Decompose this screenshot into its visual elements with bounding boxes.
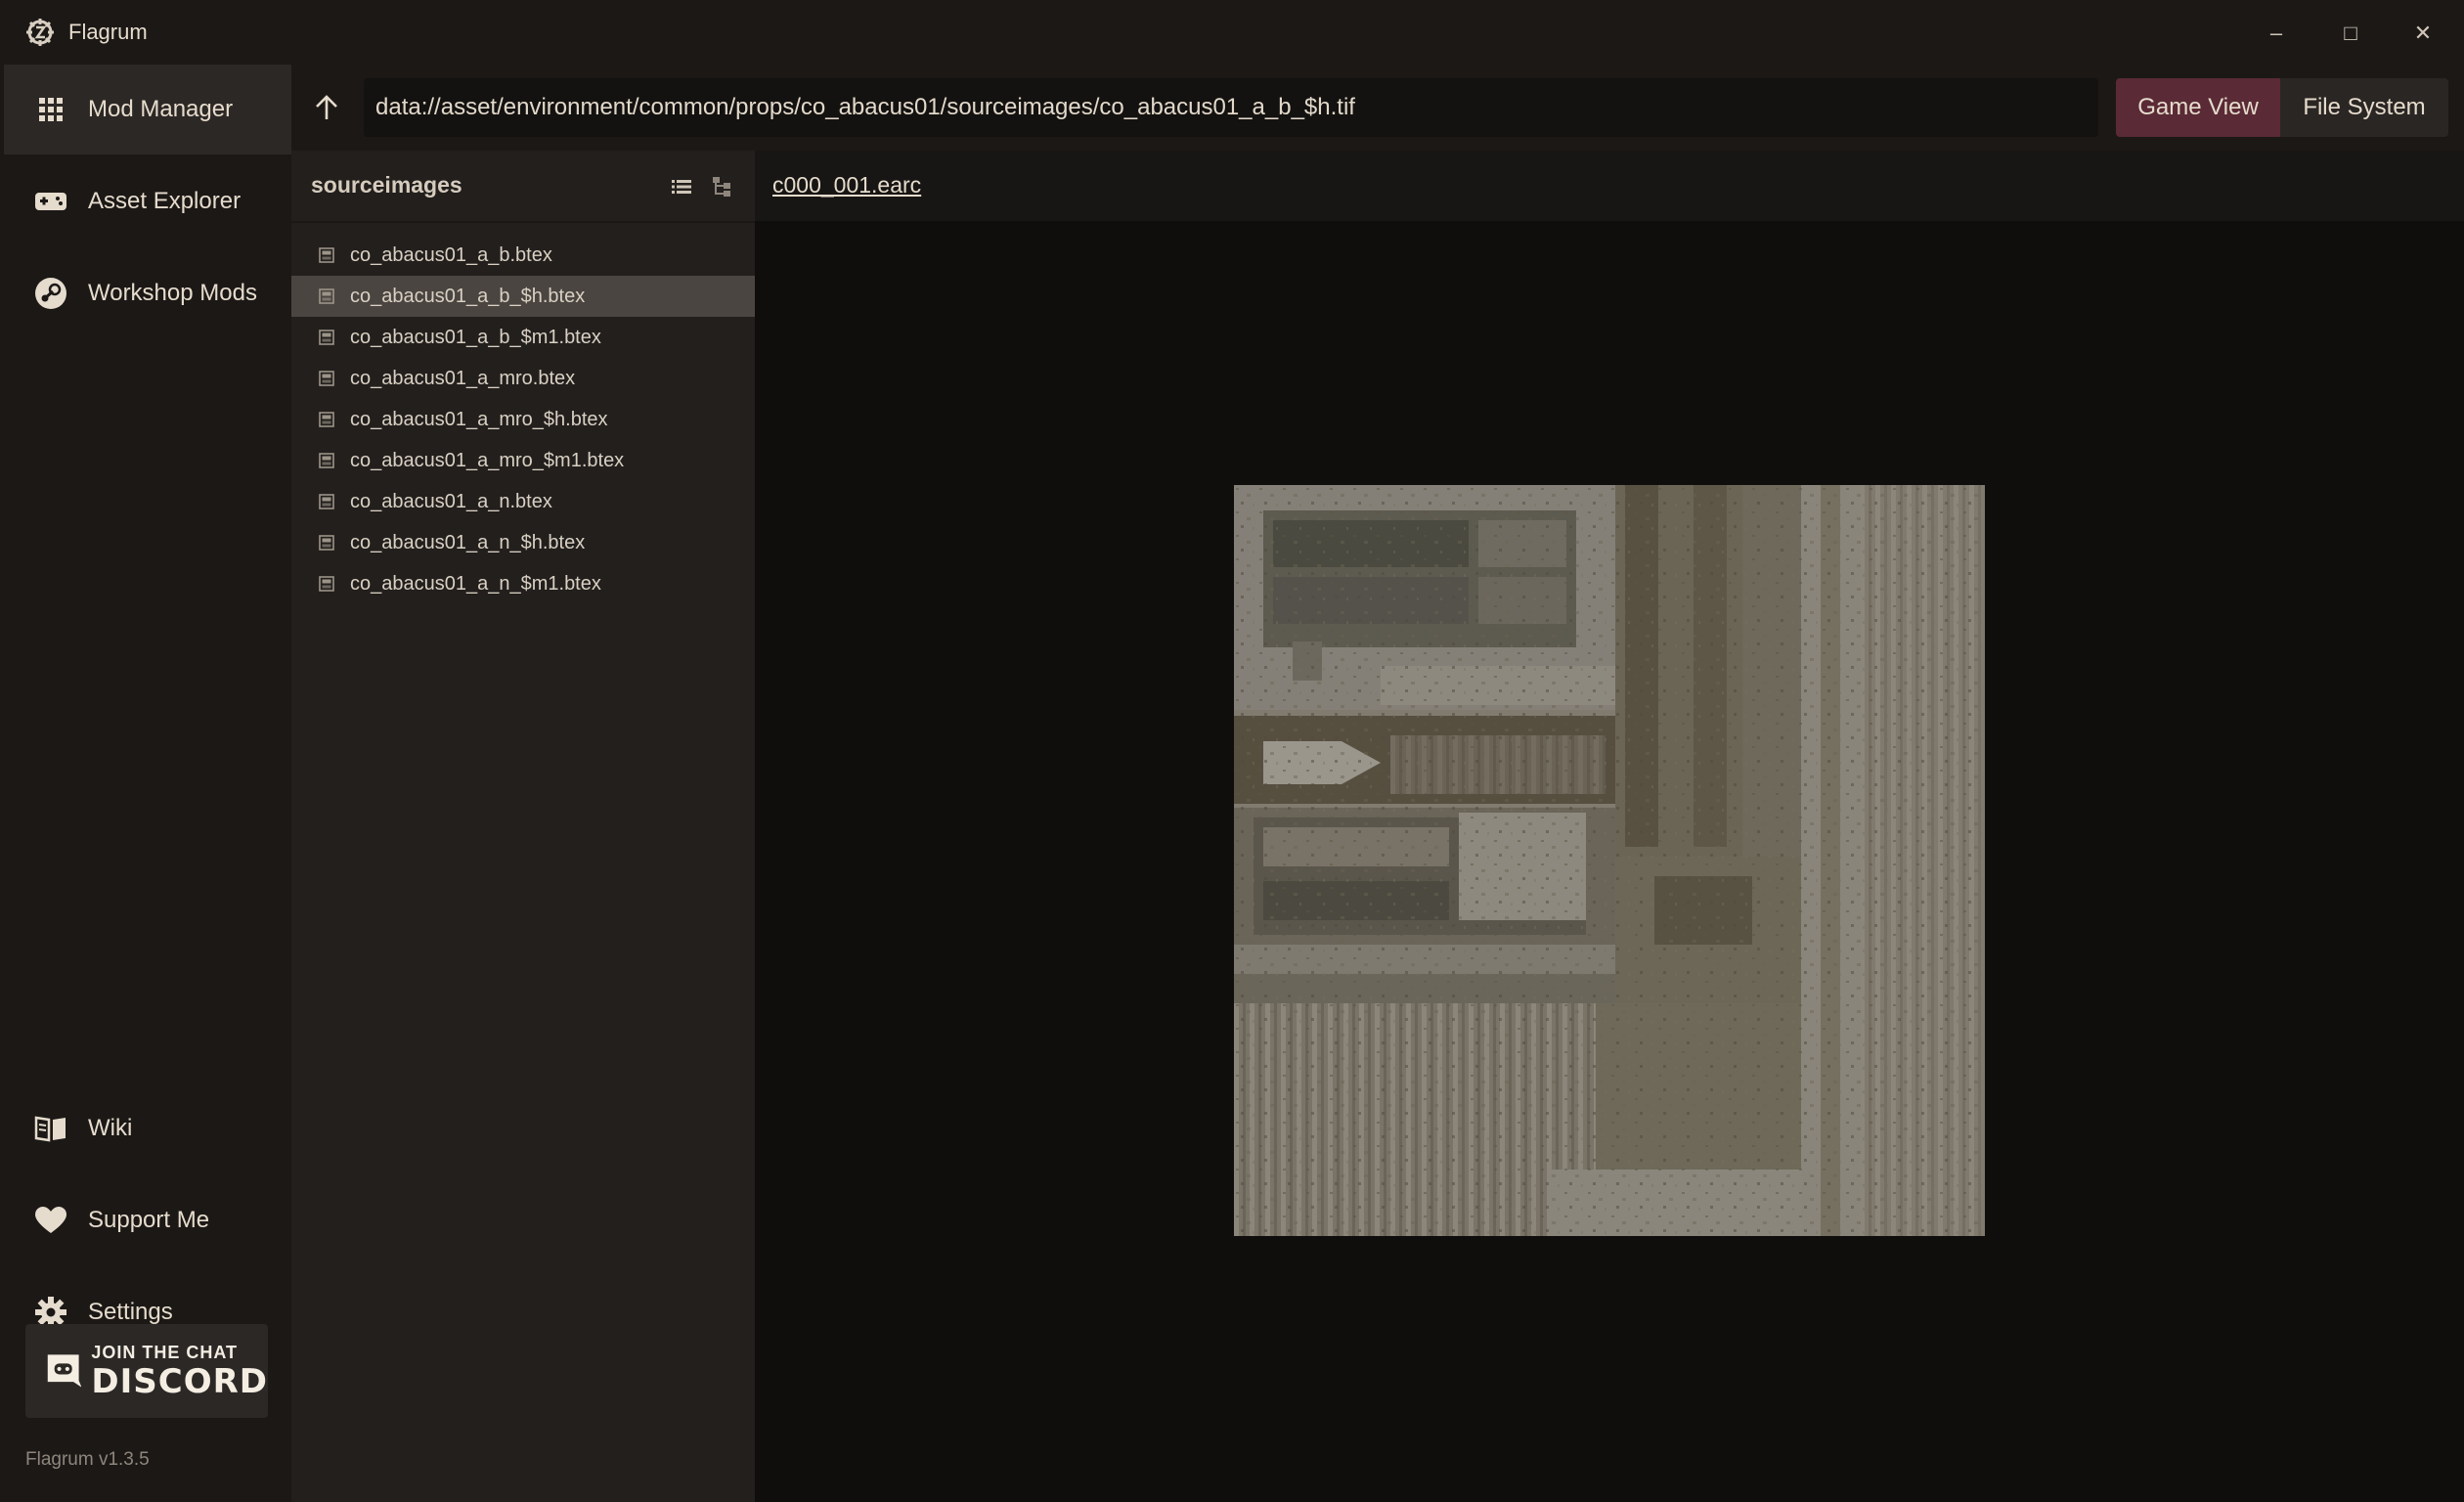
discord-join-label: JOIN THE CHAT xyxy=(91,1343,239,1362)
discord-button[interactable]: JOIN THE CHAT DISCORD xyxy=(25,1324,268,1418)
file-list-item[interactable]: co_abacus01_a_n_$h.btex xyxy=(291,522,755,563)
panel-header: sourceimages xyxy=(291,151,755,221)
sidebar: Mod Manager Asset Explorer Workshop Mods xyxy=(0,65,291,1502)
file-name: co_abacus01_a_mro_$m1.btex xyxy=(350,449,625,471)
heart-icon xyxy=(31,1201,70,1240)
close-button[interactable]: ✕ xyxy=(2403,14,2442,53)
file-name: co_abacus01_a_b_$m1.btex xyxy=(350,326,601,348)
sidebar-item-asset-explorer[interactable]: Asset Explorer xyxy=(4,156,291,246)
archive-link[interactable]: c000_001.earc xyxy=(772,172,921,199)
file-icon xyxy=(319,247,334,263)
file-name: co_abacus01_a_n.btex xyxy=(350,490,552,512)
file-list: co_abacus01_a_b.btex co_abacus01_a_b_$h.b… xyxy=(291,235,755,604)
file-list-item[interactable]: co_abacus01_a_n_$m1.btex xyxy=(291,563,755,604)
sidebar-item-label: Workshop Mods xyxy=(88,280,257,306)
book-icon xyxy=(31,1109,70,1148)
archive-tab-row: c000_001.earc xyxy=(755,151,2464,221)
file-name: co_abacus01_a_mro_$h.btex xyxy=(350,408,608,430)
list-view-icon[interactable] xyxy=(669,174,694,199)
file-list-item[interactable]: co_abacus01_a_mro_$h.btex xyxy=(291,399,755,440)
path-input[interactable] xyxy=(364,78,2098,137)
grid-icon xyxy=(31,90,70,129)
file-icon xyxy=(319,371,334,386)
texture-preview-image xyxy=(1234,485,1985,1236)
file-list-item[interactable]: co_abacus01_a_n.btex xyxy=(291,481,755,522)
sidebar-item-mod-manager[interactable]: Mod Manager xyxy=(4,65,291,155)
file-panel: sourceimages co_abacus01_a_b.btex co_aba… xyxy=(291,151,755,1502)
sidebar-item-label: Mod Manager xyxy=(88,96,234,122)
flagrum-logo-icon xyxy=(26,19,54,46)
folder-title: sourceimages xyxy=(311,172,462,198)
version-label: Flagrum v1.3.5 xyxy=(25,1449,150,1470)
discord-wordmark: DISCORD xyxy=(91,1362,268,1401)
file-icon xyxy=(319,330,334,345)
sidebar-item-label: Asset Explorer xyxy=(88,188,242,214)
panel-divider xyxy=(291,221,755,223)
arrow-up-icon xyxy=(316,95,337,119)
sidebar-item-label: Wiki xyxy=(88,1115,133,1141)
tree-view-icon[interactable] xyxy=(710,174,735,199)
sidebar-item-label: Settings xyxy=(88,1299,173,1325)
file-icon xyxy=(319,494,334,509)
minimize-button[interactable]: – xyxy=(2257,14,2296,53)
file-list-item[interactable]: co_abacus01_a_b.btex xyxy=(291,235,755,276)
file-name: co_abacus01_a_n_$h.btex xyxy=(350,531,586,553)
file-name: co_abacus01_a_mro.btex xyxy=(350,367,576,389)
file-name: co_abacus01_a_n_$m1.btex xyxy=(350,572,601,595)
file-list-item[interactable]: co_abacus01_a_b_$m1.btex xyxy=(291,317,755,358)
file-icon xyxy=(319,412,334,427)
title-bar: Flagrum – □ ✕ xyxy=(0,0,2464,65)
path-toolbar: Game View File System xyxy=(291,65,2464,151)
sidebar-item-label: Support Me xyxy=(88,1207,210,1233)
app-title: Flagrum xyxy=(68,20,148,44)
game-view-button[interactable]: Game View xyxy=(2116,78,2280,137)
file-name: co_abacus01_a_b.btex xyxy=(350,243,552,266)
file-list-item[interactable]: co_abacus01_a_mro_$m1.btex xyxy=(291,440,755,481)
file-list-item[interactable]: co_abacus01_a_mro.btex xyxy=(291,358,755,399)
navigate-up-button[interactable] xyxy=(307,86,346,129)
sidebar-item-support-me[interactable]: Support Me xyxy=(4,1175,291,1265)
preview-area: c000_001.earc xyxy=(755,151,2464,1502)
maximize-button[interactable]: □ xyxy=(2331,14,2370,53)
file-list-item[interactable]: co_abacus01_a_b_$h.btex xyxy=(291,276,755,317)
file-icon xyxy=(319,576,334,592)
file-icon xyxy=(319,535,334,551)
gamepad-icon xyxy=(31,182,70,221)
steam-icon xyxy=(31,274,70,313)
file-icon xyxy=(319,288,334,304)
file-name: co_abacus01_a_b_$h.btex xyxy=(350,285,586,307)
file-system-button[interactable]: File System xyxy=(2280,78,2448,137)
sidebar-item-wiki[interactable]: Wiki xyxy=(4,1083,291,1173)
sidebar-item-workshop-mods[interactable]: Workshop Mods xyxy=(4,248,291,338)
discord-icon xyxy=(47,1354,82,1388)
file-icon xyxy=(319,453,334,468)
